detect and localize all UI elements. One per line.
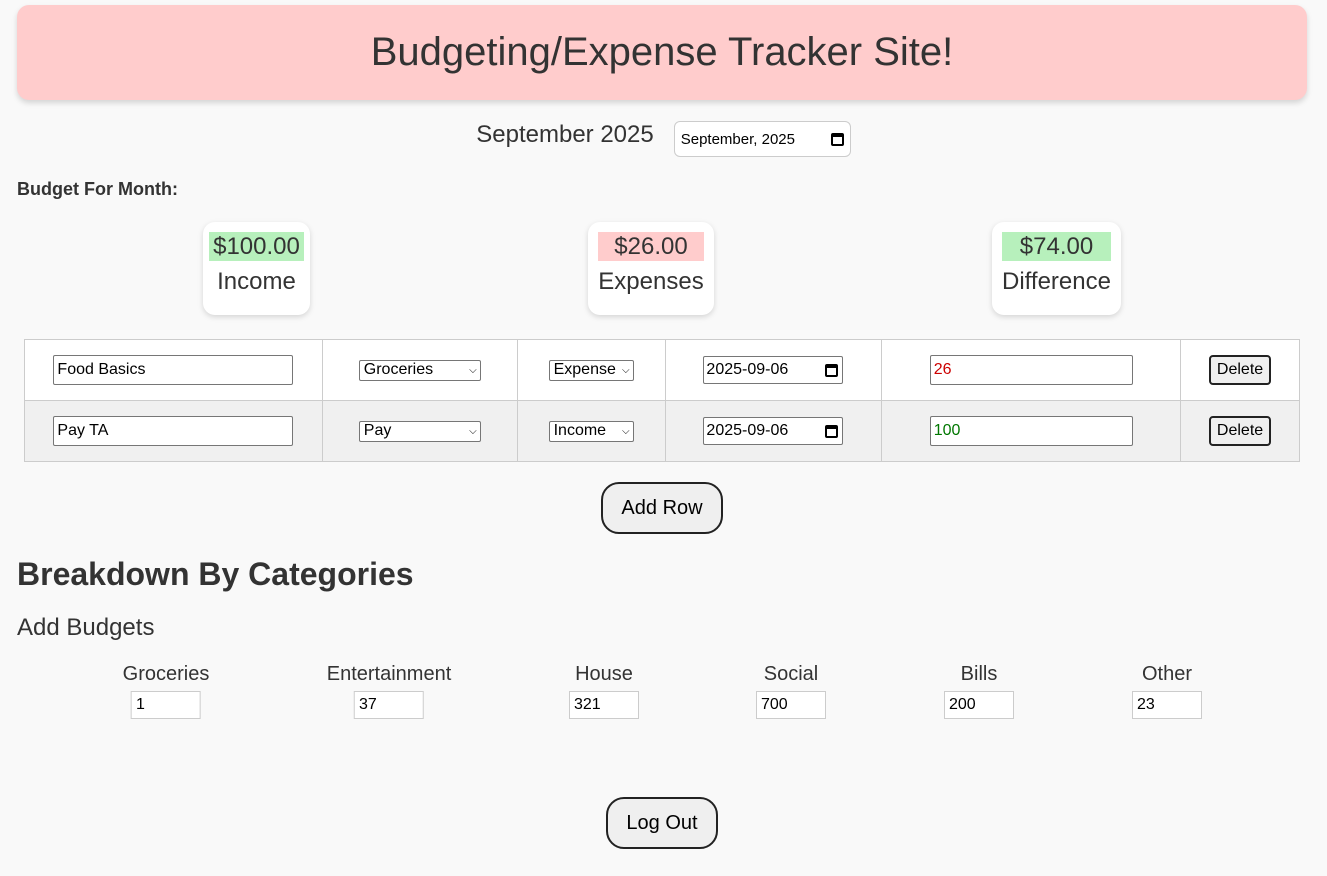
- category-budget-input[interactable]: [1132, 691, 1202, 719]
- delete-button[interactable]: Delete: [1209, 355, 1272, 385]
- category-house: House: [569, 662, 639, 719]
- category-name: Social: [763, 663, 819, 685]
- type-select[interactable]: Income ⌵: [548, 420, 634, 442]
- expenses-card: $26.00 Expenses: [588, 222, 714, 315]
- category-social: Social: [756, 662, 826, 719]
- category-budget-input[interactable]: [944, 691, 1014, 719]
- month-label: September 2025: [476, 121, 654, 148]
- category-other: Other: [1132, 662, 1202, 719]
- transaction-name-input[interactable]: [53, 416, 294, 446]
- category-bills: Bills: [944, 662, 1014, 719]
- date-input[interactable]: 2025-09-06: [703, 356, 844, 384]
- month-selector-row: September 2025 September, 2025: [0, 120, 1327, 158]
- category-name: Entertainment: [326, 663, 452, 685]
- category-name: Bills: [960, 663, 998, 685]
- add-row-button[interactable]: Add Row: [601, 482, 723, 534]
- chevron-down-icon: ⌵: [469, 425, 477, 437]
- category-budget-input[interactable]: [756, 691, 826, 719]
- chevron-down-icon: ⌵: [469, 364, 477, 376]
- income-card: $100.00 Income: [203, 222, 310, 315]
- delete-button[interactable]: Delete: [1209, 416, 1272, 446]
- site-header: Budgeting/Expense Tracker Site!: [17, 5, 1307, 100]
- category-entertainment: Entertainment: [326, 662, 452, 719]
- difference-amount: $74.00: [1001, 232, 1112, 261]
- category-name: Other: [1141, 663, 1193, 685]
- expenses-label: Expenses: [598, 268, 704, 295]
- type-select[interactable]: Expense ⌵: [548, 359, 634, 381]
- transactions-table: Groceries ⌵ Expense ⌵ 2025-09-06 Delete: [24, 339, 1300, 462]
- calendar-icon[interactable]: [825, 424, 839, 438]
- category-groceries: Groceries: [122, 662, 210, 719]
- chevron-down-icon: ⌵: [622, 425, 630, 437]
- category-budget-input[interactable]: [130, 691, 201, 719]
- month-picker[interactable]: September, 2025: [673, 121, 851, 157]
- calendar-icon[interactable]: [825, 363, 839, 377]
- add-budgets-heading: Add Budgets: [17, 614, 155, 641]
- expenses-amount: $26.00: [598, 232, 704, 261]
- income-label: Income: [217, 268, 296, 295]
- transaction-name-input[interactable]: [53, 355, 294, 385]
- chevron-down-icon: ⌵: [622, 364, 630, 376]
- calendar-icon[interactable]: [830, 132, 844, 146]
- date-input[interactable]: 2025-09-06: [703, 417, 844, 445]
- table-row: Pay ⌵ Income ⌵ 2025-09-06 Delete: [24, 400, 1300, 462]
- amount-input[interactable]: [929, 416, 1133, 446]
- difference-label: Difference: [1002, 268, 1111, 295]
- category-budget-input[interactable]: [569, 691, 639, 719]
- amount-input[interactable]: [929, 355, 1133, 385]
- table-row: Groceries ⌵ Expense ⌵ 2025-09-06 Delete: [24, 339, 1300, 401]
- category-name: House: [575, 663, 633, 685]
- category-budget-input[interactable]: [353, 691, 424, 719]
- income-amount: $100.00: [209, 232, 304, 261]
- category-name: Groceries: [122, 663, 210, 685]
- difference-card: $74.00 Difference: [992, 222, 1121, 315]
- logout-button[interactable]: Log Out: [606, 797, 718, 849]
- category-select[interactable]: Pay ⌵: [358, 420, 481, 442]
- site-title: Budgeting/Expense Tracker Site!: [370, 30, 954, 74]
- month-picker-value: September, 2025: [680, 130, 795, 148]
- breakdown-title: Breakdown By Categories: [17, 556, 414, 592]
- category-select[interactable]: Groceries ⌵: [358, 359, 481, 381]
- budget-for-month-label: Budget For Month:: [17, 179, 178, 199]
